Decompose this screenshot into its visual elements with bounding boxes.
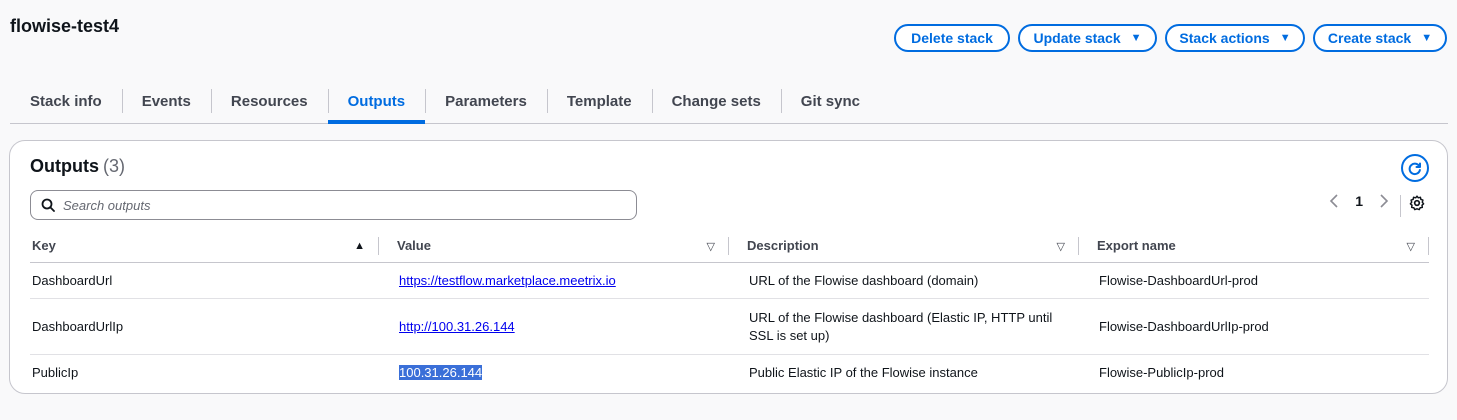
refresh-icon — [1408, 162, 1421, 176]
output-description: URL of the Flowise dashboard (domain) — [749, 272, 979, 288]
search-field[interactable] — [30, 190, 637, 220]
table-row: PublicIp 100.31.26.144 Public Elastic IP… — [30, 355, 1429, 391]
output-description: URL of the Flowise dashboard (Elastic IP… — [749, 309, 1053, 343]
output-export-name: Flowise-DashboardUrlIp-prod — [1099, 318, 1269, 334]
search-input[interactable] — [63, 197, 603, 213]
output-value-selected-text[interactable]: 100.31.26.144 — [399, 365, 483, 380]
stack-actions-button[interactable]: Stack actions ▼ — [1165, 24, 1305, 52]
caret-down-icon: ▼ — [1130, 32, 1142, 44]
column-header-label: Value — [397, 238, 431, 253]
tab-label: Outputs — [347, 93, 406, 110]
tab-change-sets[interactable]: Change sets — [651, 86, 781, 123]
stack-tabs: Stack info Events Resources Outputs Para… — [10, 86, 1448, 124]
column-header-value[interactable]: Value ▽ — [379, 229, 729, 262]
chevron-left-icon[interactable] — [1329, 194, 1339, 208]
column-resizer[interactable] — [1428, 237, 1429, 255]
tab-label: Git sync — [800, 93, 860, 110]
tab-stack-info[interactable]: Stack info — [10, 86, 122, 123]
output-export-name: Flowise-DashboardUrl-prod — [1099, 272, 1258, 288]
sort-icon: ▽ — [1056, 241, 1065, 253]
sort-icon: ▽ — [706, 241, 715, 253]
caret-down-icon: ▼ — [1279, 32, 1291, 44]
tab-label: Resources — [230, 93, 308, 110]
delete-stack-label: Delete stack — [911, 30, 993, 46]
column-header-key[interactable]: Key ▲ — [30, 229, 379, 262]
tab-label: Template — [566, 93, 632, 110]
sort-ascending-icon: ▲ — [354, 240, 365, 252]
create-stack-button[interactable]: Create stack ▼ — [1313, 24, 1447, 52]
tab-resources[interactable]: Resources — [210, 86, 328, 123]
table-row: DashboardUrl https://testflow.marketplac… — [30, 263, 1429, 299]
update-stack-button[interactable]: Update stack ▼ — [1018, 24, 1157, 52]
preferences-button[interactable] — [1409, 195, 1425, 211]
output-value-link[interactable]: http://100.31.26.144 — [399, 319, 515, 334]
tab-git-sync[interactable]: Git sync — [780, 86, 880, 123]
table-row: DashboardUrlIp http://100.31.26.144 URL … — [30, 299, 1429, 355]
tab-template[interactable]: Template — [546, 86, 652, 123]
current-page[interactable]: 1 — [1355, 193, 1363, 209]
chevron-right-icon[interactable] — [1379, 194, 1389, 208]
caret-down-icon: ▼ — [1421, 32, 1433, 44]
stack-actions-label: Stack actions — [1179, 30, 1270, 46]
header-actions: Delete stack Update stack ▼ Stack action… — [894, 24, 1447, 52]
output-key: DashboardUrl — [32, 272, 113, 288]
tab-events[interactable]: Events — [121, 86, 211, 123]
column-header-label: Description — [747, 238, 819, 253]
table-header: Key ▲ Value ▽ Description ▽ Export name … — [30, 229, 1429, 263]
output-value-cell: http://100.31.26.144 — [379, 318, 729, 336]
pagination: 1 — [1329, 193, 1389, 209]
column-header-label: Key — [32, 238, 56, 253]
outputs-table: Key ▲ Value ▽ Description ▽ Export name … — [30, 229, 1429, 391]
create-stack-label: Create stack — [1327, 30, 1412, 46]
stack-title: flowise-test4 — [10, 16, 120, 36]
sort-icon: ▽ — [1406, 241, 1415, 253]
outputs-title: Outputs (3) — [30, 156, 125, 177]
gear-icon — [1409, 195, 1425, 211]
outputs-title-text: Outputs — [30, 156, 99, 176]
search-icon — [41, 198, 55, 212]
column-header-label: Export name — [1097, 238, 1176, 253]
output-key: PublicIp — [32, 365, 79, 380]
output-value-cell: https://testflow.marketplace.meetrix.io — [379, 272, 729, 290]
output-value-link[interactable]: https://testflow.marketplace.meetrix.io — [399, 273, 616, 288]
tab-label: Stack info — [30, 93, 102, 110]
tab-label: Events — [141, 93, 191, 110]
tab-label: Parameters — [445, 93, 527, 110]
pager-divider — [1400, 195, 1401, 217]
output-export-name: Flowise-PublicIp-prod — [1099, 365, 1224, 380]
output-key: DashboardUrlIp — [32, 318, 124, 334]
column-header-export-name[interactable]: Export name ▽ — [1079, 229, 1429, 262]
tab-label: Change sets — [671, 93, 761, 110]
tab-parameters[interactable]: Parameters — [425, 86, 547, 123]
update-stack-label: Update stack — [1033, 30, 1121, 46]
tab-outputs[interactable]: Outputs — [327, 86, 426, 124]
output-value-cell: 100.31.26.144 — [379, 364, 729, 382]
refresh-button[interactable] — [1401, 154, 1429, 182]
delete-stack-button[interactable]: Delete stack — [894, 24, 1010, 52]
outputs-count: (3) — [103, 156, 125, 176]
outputs-panel: Outputs(3) 1 Key ▲ — [9, 140, 1448, 394]
column-header-description[interactable]: Description ▽ — [729, 229, 1079, 262]
output-description: Public Elastic IP of the Flowise instanc… — [749, 365, 978, 380]
